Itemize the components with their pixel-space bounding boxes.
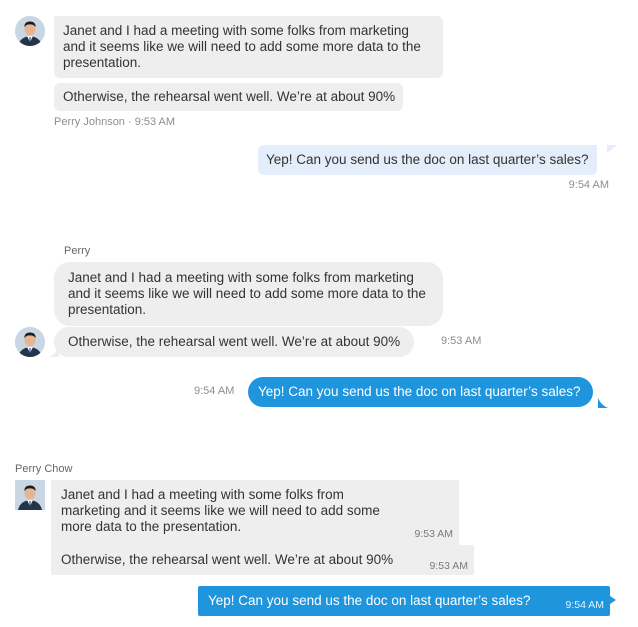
timestamp: 9:54 AM [194,385,235,397]
message-text: Janet and I had a meeting with some folk… [68,270,426,317]
message-bubble[interactable]: Janet and I had a meeting with some folk… [51,480,459,547]
reply-bubble[interactable]: Yep! Can you send us the doc on last qua… [258,145,598,175]
message-bubble[interactable]: Otherwise, the rehearsal went well. We’r… [51,545,474,575]
message-text: Otherwise, the rehearsal went well. We’r… [68,334,401,349]
message-text: Otherwise, the rehearsal went well. We’r… [63,89,396,104]
message-text: Janet and I had a meeting with some folk… [61,487,380,534]
message-bubble[interactable]: Otherwise, the rehearsal went well. We’r… [54,327,415,357]
user-avatar-icon [15,16,45,46]
message-bubble[interactable]: Janet and I had a meeting with some folk… [54,262,443,326]
message-text: Yep! Can you send us the doc on last qua… [258,384,581,399]
message-bubble[interactable]: Otherwise, the rehearsal went well. We’r… [54,83,404,111]
sender-name: Perry [64,245,91,257]
avatar[interactable] [15,480,45,510]
user-avatar-icon [15,480,45,510]
timestamp: 9:54 AM [565,599,604,611]
timestamp: 9:54 AM [568,179,609,191]
timestamp: 9:53 AM [414,528,453,540]
message-text: Yep! Can you send us the doc on last qua… [208,593,531,608]
message-text: Janet and I had a meeting with some folk… [63,23,421,70]
message-bubble[interactable]: Janet and I had a meeting with some folk… [54,16,443,78]
message-text: Otherwise, the rehearsal went well. We’r… [61,552,394,567]
sender-meta: Perry Johnson · 9:53 AM [54,116,176,128]
timestamp: 9:53 AM [441,335,482,347]
avatar[interactable] [15,327,45,357]
reply-bubble[interactable]: Yep! Can you send us the doc on last qua… [198,586,610,616]
bubble-tail-icon [607,145,617,153]
sender-name: Perry Chow [15,463,73,475]
user-avatar-icon [15,327,45,357]
bubble-tail-icon [598,398,608,408]
bubble-tail-icon [610,596,616,604]
timestamp: 9:53 AM [429,560,468,572]
avatar[interactable] [15,16,45,46]
message-text: Yep! Can you send us the doc on last qua… [266,152,589,167]
reply-bubble[interactable]: Yep! Can you send us the doc on last qua… [248,377,594,407]
